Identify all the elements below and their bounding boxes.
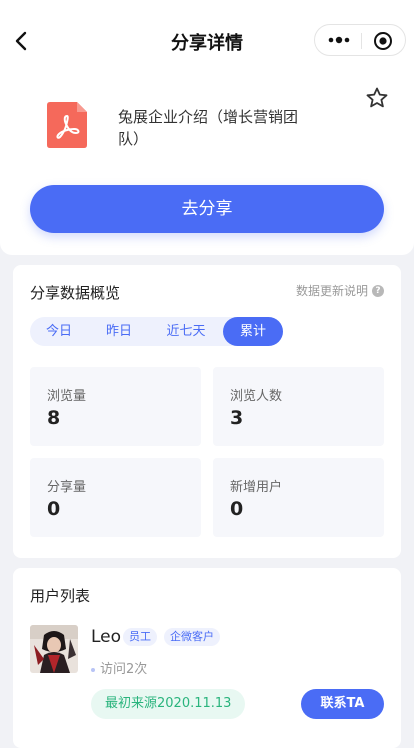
file-name: 兔展企业介绍（增长营销团队）: [118, 108, 299, 148]
tab-last-seven-days[interactable]: 近七天: [150, 317, 222, 346]
tab-cumulative[interactable]: 累计: [223, 317, 283, 346]
update-note-text: 数据更新说明: [295, 284, 368, 298]
contact-button[interactable]: 联系TA: [301, 689, 384, 719]
share-button[interactable]: 去分享: [30, 185, 384, 233]
file-card: 兔展企业介绍（增长营销团队） 去分享: [0, 80, 414, 255]
star-favorite-icon[interactable]: [365, 86, 389, 110]
close-target-icon[interactable]: [373, 31, 393, 51]
stat-label: 浏览人数: [230, 389, 283, 404]
stat-label: 新增用户: [230, 480, 283, 495]
stat-value: 3: [230, 407, 244, 429]
stat-label: 浏览量: [47, 389, 87, 404]
stat-box-visitors: 浏览人数 3: [213, 367, 384, 446]
more-dots-icon[interactable]: [327, 33, 351, 47]
stat-box-shares: 分享量 0: [30, 458, 201, 537]
time-range-tabs: 今日 昨日 近七天 累计: [30, 317, 283, 346]
stat-box-page-views: 浏览量 8: [30, 367, 201, 446]
stats-overview-card: 分享数据概览 数据更新说明 ? 今日 昨日 近七天 累计 浏览量 8 浏览人数 …: [13, 265, 401, 558]
stats-title: 分享数据概览: [30, 284, 121, 302]
nav-bar: 分享详情: [0, 0, 414, 80]
stat-box-new-users: 新增用户 0: [213, 458, 384, 537]
stat-label: 分享量: [47, 480, 87, 495]
tab-yesterday[interactable]: 昨日: [90, 317, 148, 346]
help-icon: ?: [372, 284, 384, 297]
tab-today[interactable]: 今日: [30, 317, 88, 346]
first-source-badge: 最初来源2020.11.13: [91, 689, 246, 719]
pdf-icon: [47, 102, 87, 148]
avatar-image-icon: [30, 625, 78, 673]
stat-value: 0: [47, 498, 61, 520]
user-list-title: 用户列表: [30, 587, 91, 605]
tag-employee: 员工: [123, 628, 157, 646]
user-name: Leo: [91, 627, 122, 647]
mini-program-capsule: [314, 24, 406, 56]
visit-count-text: 访问2次: [100, 662, 148, 677]
user-list-card: 用户列表 Leo 员工 企微客户 访问2次 最初来源2020.11.13 联系T…: [13, 568, 401, 748]
stat-value: 8: [47, 407, 61, 429]
stat-value: 0: [230, 498, 244, 520]
capsule-divider: [361, 33, 362, 49]
avatar[interactable]: [30, 625, 78, 673]
bullet-dot-icon: [91, 667, 95, 672]
update-note-link[interactable]: 数据更新说明 ?: [296, 282, 384, 299]
tag-wecom-customer: 企微客户: [164, 628, 220, 646]
visit-count: 访问2次: [91, 658, 147, 677]
